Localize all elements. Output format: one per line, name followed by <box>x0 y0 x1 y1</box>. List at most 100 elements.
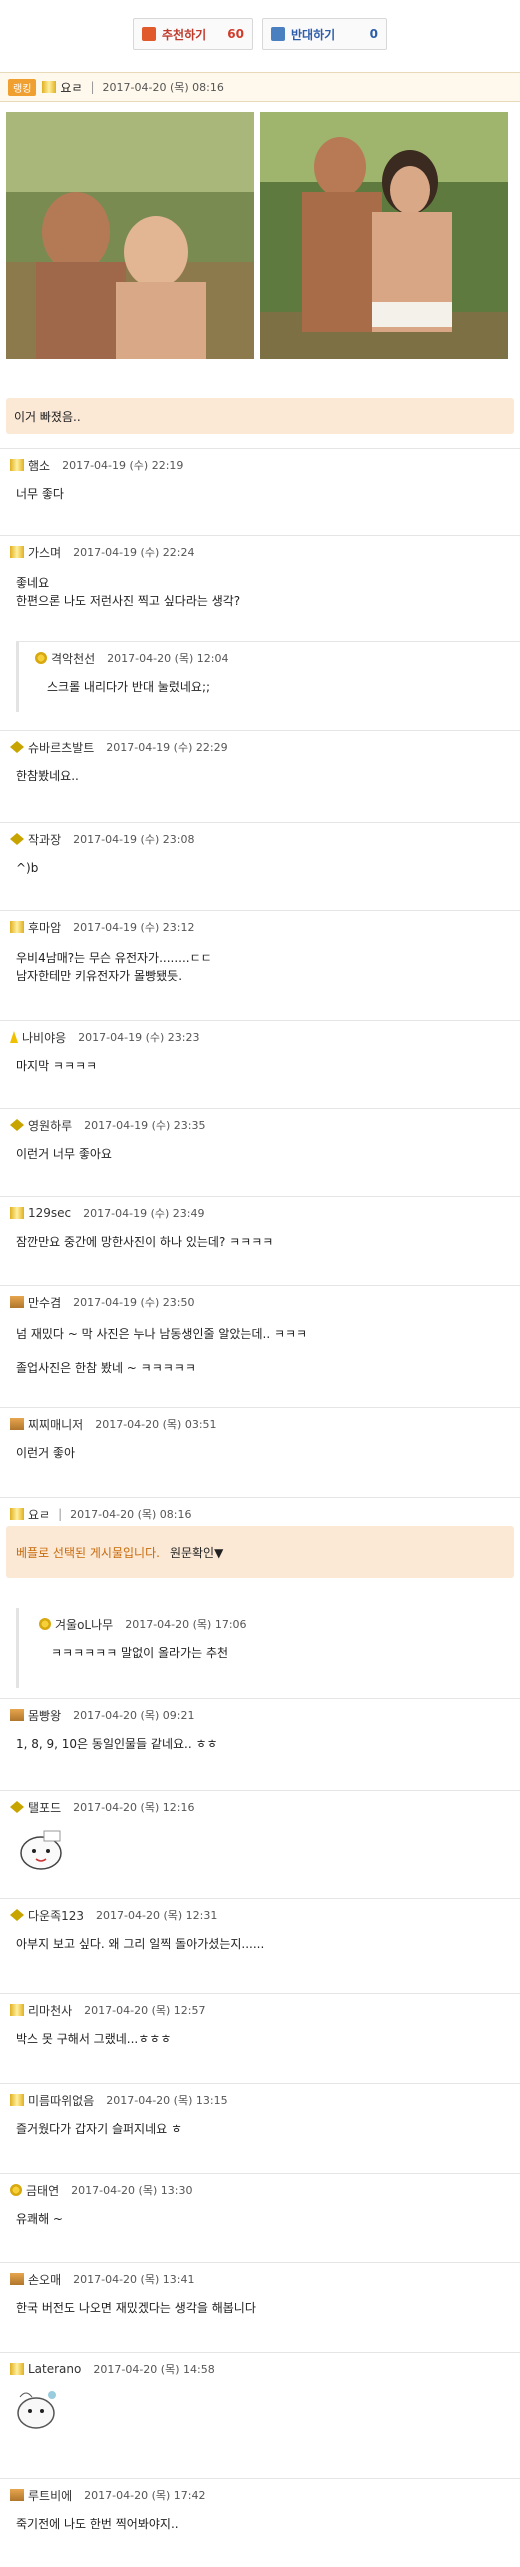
comment-author[interactable]: 루트비에 <box>28 2487 72 2504</box>
comment-date: 2017-04-20 (목) 09:21 <box>73 1709 195 1722</box>
post-caption-text: 이거 빠졌음.. <box>14 409 81 424</box>
comment-author[interactable]: 가스며 <box>28 544 61 561</box>
comment: 만수겸 2017-04-19 (수) 23:50 넘 재밌다 ~ 막 사진은 누… <box>0 1285 520 1398</box>
comment: 작과장 2017-04-19 (수) 23:08 ^)b <box>0 822 520 903</box>
comment: 몸빵왕 2017-04-20 (목) 09:21 1, 8, 9, 10은 동일… <box>0 1698 520 1784</box>
comment-text: 한국 버전도 나오면 재밌겠다는 생각을 해봅니다 <box>16 2301 256 2315</box>
level-icon <box>10 2489 24 2501</box>
comment-date: 2017-04-20 (목) 13:41 <box>73 2273 195 2286</box>
comment: 금태연 2017-04-20 (목) 13:30 유쾌해 ~ <box>0 2173 520 2254</box>
level-icon <box>10 921 24 933</box>
comment-text: ㅋㅋㅋㅋㅋㅋ 말없이 올라가는 추천 <box>51 1646 229 1660</box>
comment-text: 죽기전에 나도 한번 찍어봐야지.. <box>16 2517 179 2531</box>
comment-author[interactable]: 나비야응 <box>22 1029 66 1046</box>
comment-author[interactable]: 격악천선 <box>51 650 95 667</box>
level-icon <box>10 2094 24 2106</box>
comment: 슈바르츠발트 2017-04-19 (수) 22:29 한참봤네요.. <box>0 730 520 811</box>
comment-author[interactable]: 손오매 <box>28 2271 61 2288</box>
level-icon <box>10 1508 24 1520</box>
comment-text: 좋네요 <box>16 576 50 590</box>
comment: 손오매 2017-04-20 (목) 13:41 한국 버전도 나오면 재밌겠다… <box>0 2262 520 2343</box>
oppose-label: 반대하기 <box>291 27 336 42</box>
comment-author[interactable]: 리마천사 <box>28 2002 72 2019</box>
comment-date: 2017-04-19 (수) 23:35 <box>84 1119 206 1132</box>
comment-text: 1, 8, 9, 10은 동일인물들 같네요.. ㅎㅎ <box>16 1737 218 1751</box>
comment-author[interactable]: 만수겸 <box>28 1294 61 1311</box>
comment: 다운족123 2017-04-20 (목) 12:31 아부지 보고 싶다. 왜… <box>0 1898 520 1984</box>
best-notice-text: 베플로 선택된 게시물입니다. <box>16 1545 160 1560</box>
comment-author[interactable]: Laterano <box>28 2362 81 2376</box>
comment: Laterano 2017-04-20 (목) 14:58 <box>0 2352 520 2463</box>
thumbs-up-icon <box>142 27 156 41</box>
comment-author[interactable]: 작과장 <box>28 831 61 848</box>
oppose-count: 0 <box>369 27 378 41</box>
comment-author[interactable]: 129sec <box>28 1206 71 1220</box>
comment: 가스며 2017-04-19 (수) 22:24 좋네요 한편으론 나도 저런사… <box>0 535 520 631</box>
post-caption: 이거 빠졌음.. <box>6 398 514 434</box>
comment-author[interactable]: 몸빵왕 <box>28 1707 61 1724</box>
comment: 미름따위없음 2017-04-20 (목) 13:15 즐거웠다가 갑자기 슬퍼… <box>0 2083 520 2164</box>
comment-date: 2017-04-20 (목) 13:15 <box>106 2094 228 2107</box>
comment-date: 2017-04-20 (목) 13:30 <box>71 2184 193 2197</box>
comment-text: 한참봤네요.. <box>16 769 79 783</box>
comment: 탤포드 2017-04-20 (목) 12:16 <box>0 1790 520 1893</box>
comment: 리마천사 2017-04-20 (목) 12:57 박스 못 구해서 그랬네..… <box>0 1993 520 2074</box>
comment-text: 박스 못 구해서 그랬네...ㅎㅎㅎ <box>16 2032 172 2046</box>
vote-bar: 추천하기 60 반대하기 0 <box>0 0 520 60</box>
comment: 햄소 2017-04-19 (수) 22:19 너무 좋다 <box>0 448 520 507</box>
view-original-button[interactable]: 원문확인▼ <box>170 1544 223 1561</box>
reply-comment: 격악천선 2017-04-20 (목) 12:04 스크롤 내리다가 반대 눌렀… <box>16 641 520 712</box>
comment-author[interactable]: 겨울oL나무 <box>55 1616 113 1633</box>
level-icon <box>10 2184 22 2196</box>
level-icon <box>10 1119 24 1131</box>
comment-author[interactable]: 탤포드 <box>28 1799 61 1816</box>
comment-author[interactable]: 다운족123 <box>28 1907 84 1924</box>
oppose-button[interactable]: 반대하기 0 <box>262 18 387 50</box>
comment-text: 넘 재밌다 ~ 막 사진은 누나 남동생인줄 알았는데.. ㅋㅋㅋ <box>16 1327 308 1341</box>
comment-date: 2017-04-20 (목) 12:16 <box>73 1801 195 1814</box>
recommend-label: 추천하기 <box>162 27 207 42</box>
level-icon <box>42 81 57 93</box>
comment-author[interactable]: 햄소 <box>28 457 50 474</box>
level-icon <box>35 652 47 664</box>
comment-author[interactable]: 후마암 <box>28 919 61 936</box>
comment-date: 2017-04-19 (수) 23:08 <box>73 833 195 846</box>
comment-date: 2017-04-19 (수) 22:29 <box>106 741 228 754</box>
comment-text: ^)b <box>16 861 39 875</box>
post-header: 랭킹 요ㄹ | 2017-04-20 (목) 08:16 <box>0 72 520 102</box>
comment-author[interactable]: 찌찌매니저 <box>28 1416 83 1433</box>
level-icon <box>10 1709 24 1721</box>
comment-text: 아부지 보고 싶다. 왜 그리 일찍 돌아가셨는지...... <box>16 1937 265 1951</box>
level-icon <box>10 2363 24 2375</box>
comment-text: 유쾌해 ~ <box>16 2212 63 2226</box>
comment-text: 남자한테만 키유전자가 몰빵됐듯. <box>16 969 183 983</box>
divider: | <box>90 80 95 94</box>
comment-author[interactable]: 요ㄹ <box>28 1506 50 1523</box>
comment-text: 즐거웠다가 갑자기 슬퍼지네요 ㅎ <box>16 2122 183 2136</box>
recommend-button[interactable]: 추천하기 60 <box>133 18 253 50</box>
sticker-image <box>17 2391 56 2429</box>
comment-text: 스크롤 내리다가 반대 눌렀네요;; <box>47 680 211 694</box>
recommend-count: 60 <box>227 27 244 41</box>
comment-date: 2017-04-19 (수) 23:12 <box>73 921 195 934</box>
level-icon <box>10 741 24 753</box>
post-author[interactable]: 요ㄹ <box>60 79 82 96</box>
comment-date: 2017-04-20 (목) 08:16 <box>70 1508 192 1521</box>
comment-date: 2017-04-20 (목) 17:42 <box>84 2489 206 2502</box>
comment-date: 2017-04-19 (수) 22:19 <box>62 459 184 472</box>
comment-text: 마지막 ㅋㅋㅋㅋ <box>16 1059 98 1073</box>
level-icon <box>10 1207 24 1219</box>
comment-author[interactable]: 미름따위없음 <box>28 2092 94 2109</box>
comment-author[interactable]: 금태연 <box>26 2182 59 2199</box>
level-icon <box>10 459 24 471</box>
comment-author[interactable]: 영원하루 <box>28 1117 72 1134</box>
comment: 129sec 2017-04-19 (수) 23:49 잠깐만요 중간에 망한사… <box>0 1196 520 1277</box>
comment-author[interactable]: 슈바르츠발트 <box>28 739 94 756</box>
level-icon <box>10 833 24 845</box>
sticker-image <box>20 1830 62 1870</box>
comment-text: 너무 좋다 <box>16 487 64 501</box>
level-icon <box>10 1031 18 1043</box>
comment-text: 졸업사진은 한참 봤네 ~ ㅋㅋㅋㅋㅋ <box>16 1361 196 1375</box>
reply-comment: 겨울oL나무 2017-04-20 (목) 17:06 ㅋㅋㅋㅋㅋㅋ 말없이 올… <box>16 1608 520 1688</box>
divider: | <box>58 1507 63 1521</box>
